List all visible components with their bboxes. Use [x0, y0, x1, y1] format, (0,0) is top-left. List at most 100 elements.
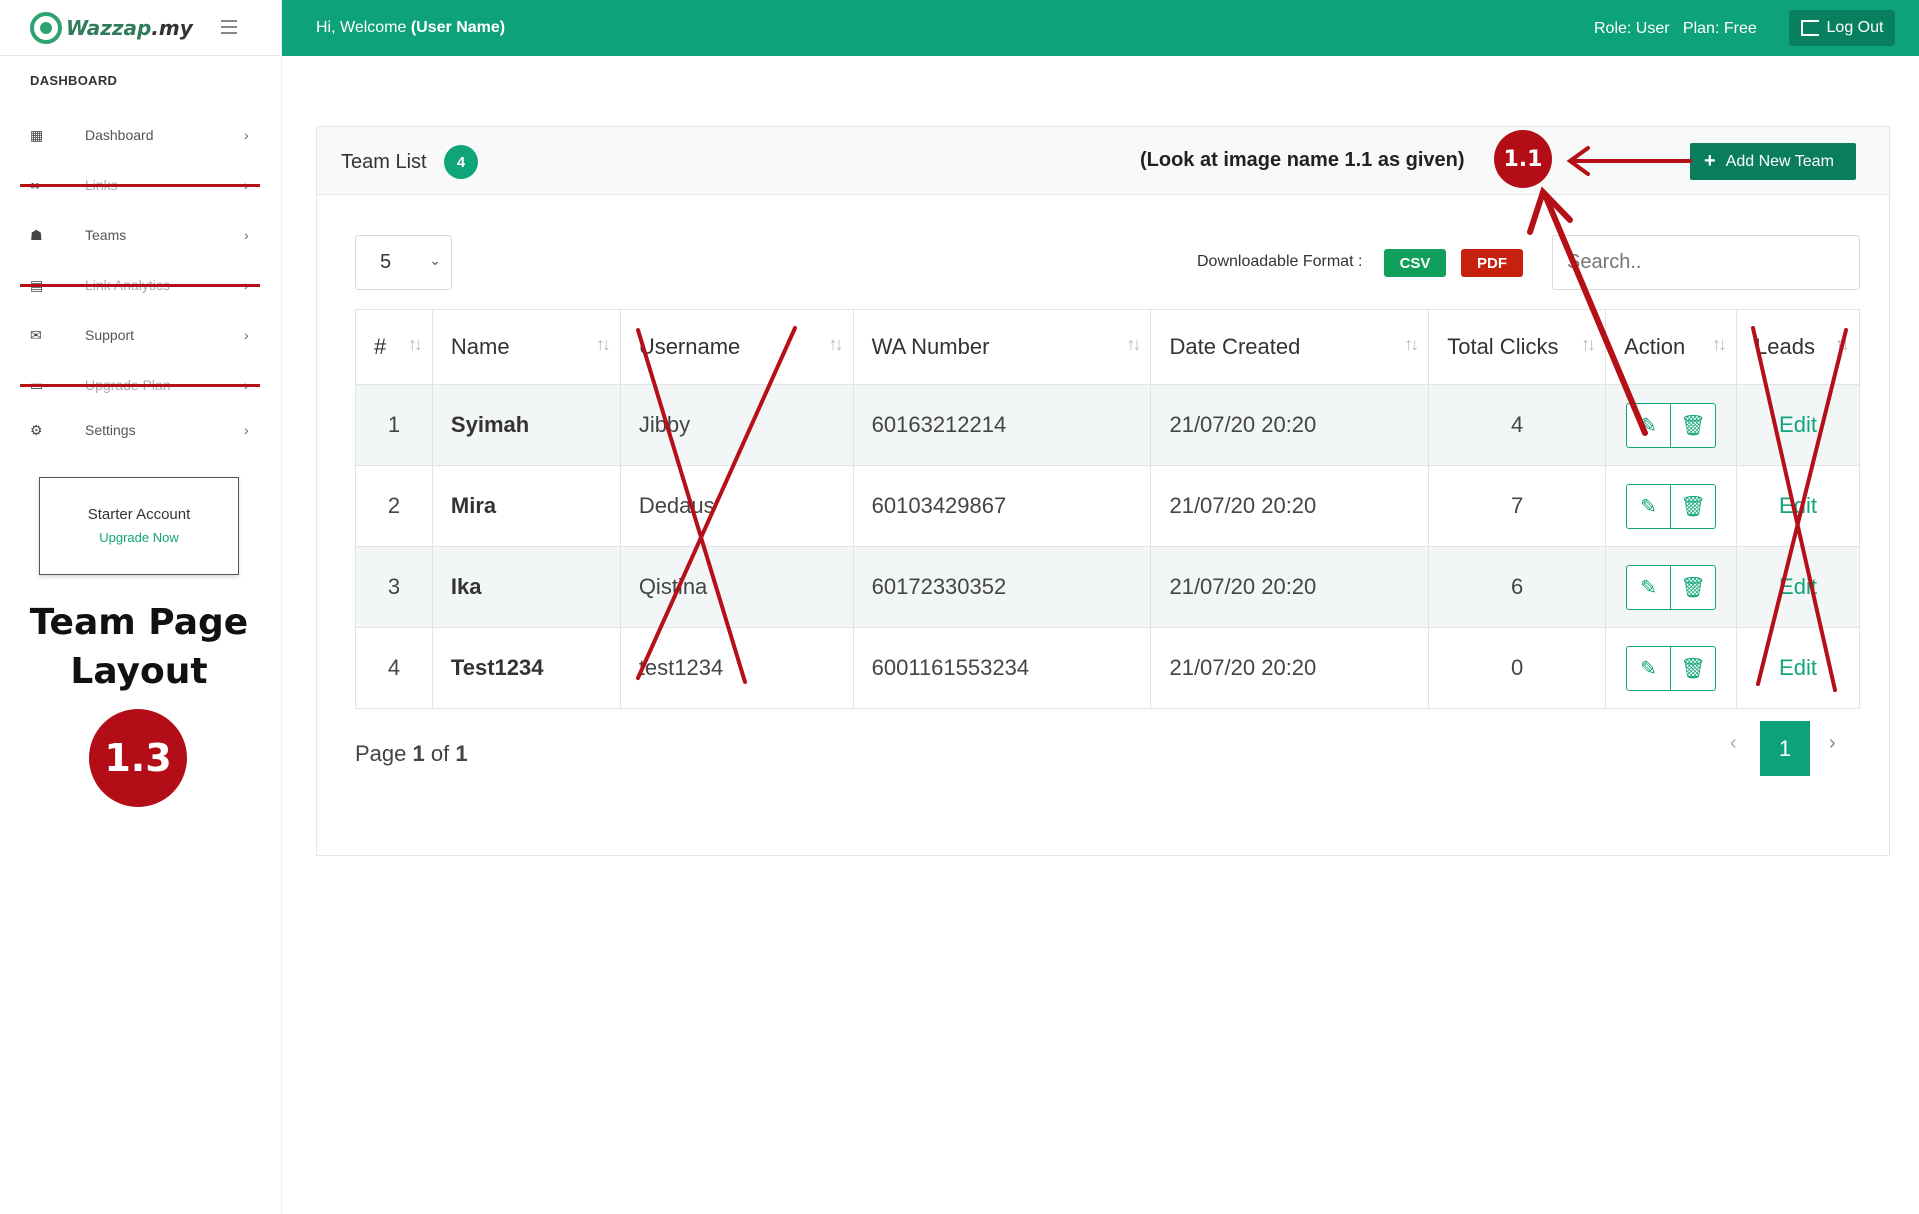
edit-pencil-icon[interactable]: ✎: [1626, 564, 1672, 610]
cell-name: Syimah: [431, 384, 621, 466]
table-row: 1 Syimah Jibby 60163212214 21/07/20 20:2…: [355, 384, 1860, 466]
logo-icon: [30, 11, 62, 44]
page-size-select[interactable]: 5 ⌄: [355, 235, 452, 290]
cell-name: Ika: [431, 546, 621, 628]
sidebar-item-support[interactable]: ✉ Support ›: [0, 310, 282, 360]
cell-wa-number: 6001161553234: [852, 627, 1152, 709]
cell-username: Dedaus: [619, 465, 854, 547]
column-header-name[interactable]: Name ↑↓: [431, 309, 621, 385]
logout-button[interactable]: Log Out: [1789, 10, 1895, 46]
team-count-badge: 4: [444, 145, 478, 179]
cell-username: Jibby: [619, 384, 854, 466]
cell-action: ✎ 🗑: [1605, 384, 1738, 466]
chevron-right-icon: ›: [244, 327, 249, 343]
add-new-team-button[interactable]: + Add New Team: [1690, 143, 1856, 180]
csv-download-button[interactable]: CSV: [1384, 249, 1446, 277]
table-row: 2 Mira Dedaus 60103429867 21/07/20 20:20…: [355, 465, 1860, 547]
column-header-total-clicks[interactable]: Total Clicks ↑↓: [1428, 309, 1607, 385]
edit-pencil-icon[interactable]: ✎: [1626, 483, 1672, 529]
sidebar-nav: ▦ Dashboard › ∞ Links › ☗ Teams › ▤ Link…: [0, 110, 282, 455]
table-header-row: # ↑↓ Name ↑↓ Username ↑↓ WA Number ↑↓ Date C…: [355, 309, 1860, 385]
users-icon: ☗: [30, 227, 43, 243]
cell-wa-number: 60163212214: [852, 384, 1152, 466]
page: Wazzap.my DASHBOARD ▦ Dashboard › ∞ Link…: [0, 0, 1919, 1214]
sidebar-heading: DASHBOARD: [30, 73, 118, 88]
cell-number: 3: [355, 546, 433, 628]
cell-number: 2: [355, 465, 433, 547]
sidebar-item-teams[interactable]: ☗ Teams ›: [0, 210, 282, 260]
column-header-leads[interactable]: Leads ↑↓: [1736, 309, 1860, 385]
sidebar-item-links[interactable]: ∞ Links ›: [0, 160, 282, 210]
column-header-wa-number[interactable]: WA Number ↑↓: [852, 309, 1152, 385]
role-plan-text: Role: User Plan: Free: [1594, 20, 1757, 37]
sidebar-item-label: Teams: [85, 227, 127, 243]
sidebar-item-settings[interactable]: ⚙ Settings ›: [0, 405, 282, 455]
edit-pencil-icon[interactable]: ✎: [1626, 645, 1672, 691]
cell-total-clicks: 4: [1428, 384, 1607, 466]
page-1-button[interactable]: 1: [1760, 721, 1810, 776]
strike-through-mark: [20, 284, 260, 287]
starter-account-title: Starter Account: [87, 506, 191, 523]
column-header-date-created[interactable]: Date Created ↑↓: [1150, 309, 1430, 385]
logout-icon: [1800, 20, 1819, 36]
trash-icon[interactable]: 🗑: [1671, 483, 1717, 529]
cell-wa-number: 60103429867: [852, 465, 1152, 547]
leads-edit-link[interactable]: Edit: [1736, 465, 1860, 547]
sidebar-item-upgrade-plan[interactable]: ▭ Upgrade Plan ›: [0, 360, 282, 410]
trash-icon[interactable]: 🗑: [1671, 402, 1717, 448]
trash-icon[interactable]: 🗑: [1671, 564, 1717, 610]
cell-number: 1: [355, 384, 433, 466]
grid-icon: ▦: [30, 127, 44, 143]
chevron-down-icon: ⌄: [429, 252, 441, 268]
leads-edit-link[interactable]: Edit: [1736, 384, 1860, 466]
search-input[interactable]: [1552, 235, 1860, 290]
cell-wa-number: 60172330352: [852, 546, 1152, 628]
chevron-right-icon: ›: [244, 127, 249, 143]
sort-icon: ↑↓: [1581, 334, 1596, 354]
sidebar-item-link-analytics[interactable]: ▤ Link Analytics ›: [0, 260, 282, 310]
table-row: 3 Ika Qistina 60172330352 21/07/20 20:20…: [355, 546, 1860, 628]
pdf-download-button[interactable]: PDF: [1461, 249, 1523, 277]
annotation-badge-page: 1.3: [89, 709, 187, 807]
sidebar-item-label: Support: [85, 327, 135, 343]
trash-icon[interactable]: 🗑: [1671, 645, 1717, 691]
team-table: # ↑↓ Name ↑↓ Username ↑↓ WA Number ↑↓ Date C…: [355, 309, 1860, 709]
brand-logo[interactable]: Wazzap.my: [66, 16, 193, 40]
logo-bar: Wazzap.my: [0, 0, 281, 56]
column-header-number[interactable]: # ↑↓: [355, 309, 433, 385]
chevron-right-icon: ›: [244, 227, 249, 243]
cell-name: Test1234: [431, 627, 621, 709]
sidebar-item-dashboard[interactable]: ▦ Dashboard ›: [0, 110, 282, 160]
welcome-text: Hi, Welcome (User Name): [316, 19, 506, 36]
leads-edit-link[interactable]: Edit: [1736, 627, 1860, 709]
cell-action: ✎ 🗑: [1605, 546, 1738, 628]
sort-icon: ↑↓: [1126, 334, 1141, 354]
column-header-action[interactable]: Action ↑↓: [1605, 309, 1738, 385]
table-row: 4 Test1234 test1234 6001161553234 21/07/…: [355, 627, 1860, 709]
cell-name: Mira: [431, 465, 621, 547]
annotation-note: (Look at image name 1.1 as given): [1140, 149, 1465, 171]
annotation-badge-ref: 1.1: [1494, 130, 1552, 188]
chevron-right-icon: ›: [244, 422, 249, 438]
cell-action: ✎ 🗑: [1605, 627, 1738, 709]
sort-icon: ↑↓: [828, 334, 844, 354]
cell-total-clicks: 7: [1428, 465, 1607, 547]
cell-date-created: 21/07/20 20:20: [1150, 465, 1430, 547]
sort-icon: ↑↓: [1712, 334, 1727, 354]
column-header-username[interactable]: Username ↑↓: [619, 309, 854, 385]
download-format-label: Downloadable Format :: [1197, 253, 1363, 270]
leads-edit-link[interactable]: Edit: [1736, 546, 1860, 628]
edit-pencil-icon[interactable]: ✎: [1626, 402, 1672, 448]
cell-username: Qistina: [619, 546, 854, 628]
sort-icon: ↑↓: [595, 334, 611, 354]
cell-total-clicks: 6: [1428, 546, 1607, 628]
sidebar: Wazzap.my DASHBOARD ▦ Dashboard › ∞ Link…: [0, 0, 282, 1214]
sort-icon: ↑↓: [407, 334, 423, 354]
team-list-card: Team List 4 (Look at image name 1.1 as g…: [316, 126, 1890, 856]
strike-through-mark: [20, 384, 260, 387]
cell-total-clicks: 0: [1428, 627, 1607, 709]
hamburger-menu-icon[interactable]: [221, 20, 237, 38]
chevron-right-icon[interactable]: ›: [1829, 732, 1836, 755]
upgrade-now-link[interactable]: Upgrade Now: [40, 530, 238, 545]
chevron-left-icon[interactable]: ‹: [1730, 732, 1737, 755]
